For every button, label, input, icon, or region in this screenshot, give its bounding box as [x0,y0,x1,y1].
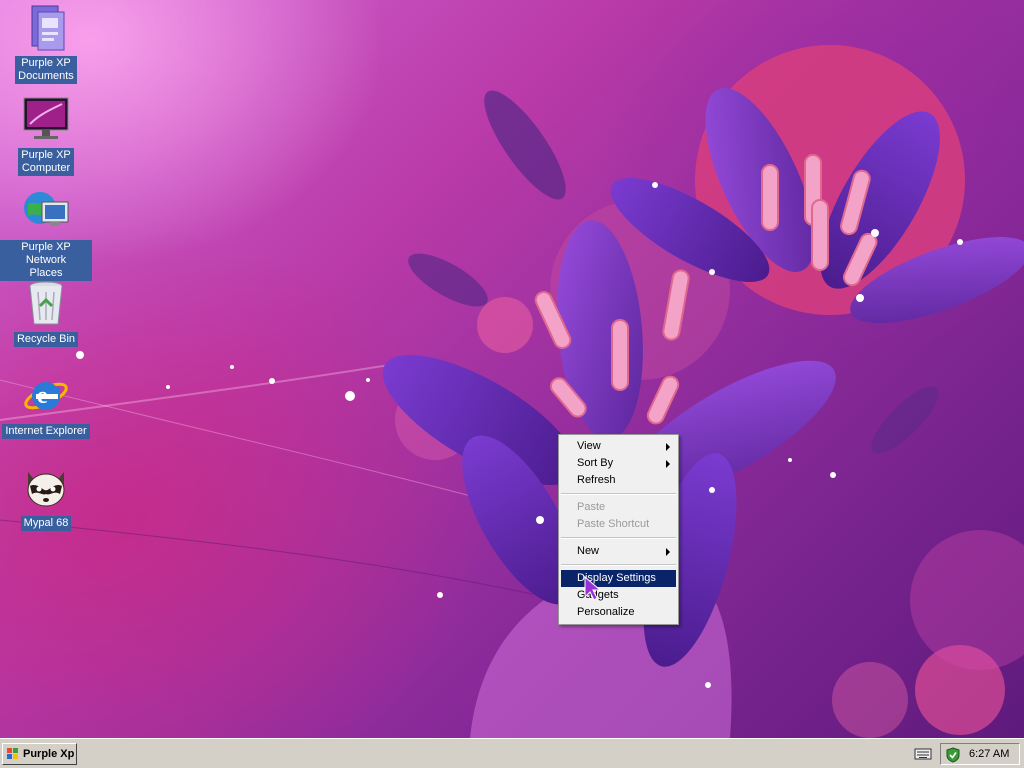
internet-explorer-icon: e [22,372,70,420]
system-tray: 6:27 AM [940,743,1020,765]
menu-item-label: View [577,440,601,452]
icon-label: Places [29,267,63,279]
menu-item-gadgets[interactable]: Gadgets [559,587,678,604]
documents-folder-icon [22,4,70,52]
desktop-icon-network-places[interactable]: Purple XP Network Places [0,188,92,281]
icon-label: Recycle Bin [16,333,76,345]
icon-label: Internet Explorer [5,425,87,437]
desktop-context-menu: View Sort By Refresh Paste Paste Shortcu… [558,434,679,625]
wallpaper-flowers [0,45,1024,738]
menu-separator [561,564,676,566]
menu-separator [561,537,676,539]
menu-item-label: Personalize [577,606,635,618]
menu-item-sort-by[interactable]: Sort By [559,455,678,472]
menu-item-label: Sort By [577,457,614,469]
icon-label: Mypal 68 [23,517,69,529]
mouse-cursor-icon [584,575,602,601]
desktop-icon-documents[interactable]: Purple XP Documents [0,4,92,84]
start-button[interactable]: Purple Xp [2,743,77,765]
menu-item-label: Paste Shortcut [577,518,650,530]
computer-monitor-icon [22,96,70,144]
menu-item-paste: Paste [559,499,678,516]
keyboard-icon[interactable] [914,747,932,761]
submenu-arrow-icon [666,460,670,468]
mypal-raccoon-icon [22,464,70,512]
desktop-icon-mypal[interactable]: Mypal 68 [0,464,92,531]
windows-flag-icon [7,748,18,759]
desktop-icon-recycle-bin[interactable]: Recycle Bin [0,280,92,347]
menu-item-personalize[interactable]: Personalize [559,604,678,621]
taskbar-clock[interactable]: 6:27 AM [969,744,1009,764]
menu-item-label: Refresh [577,474,616,486]
submenu-arrow-icon [666,443,670,451]
menu-item-refresh[interactable]: Refresh [559,472,678,489]
icon-label: Purple XP [21,149,71,161]
icon-label: Purple XP [21,57,71,69]
icon-label: Documents [18,70,74,82]
menu-separator [561,493,676,495]
security-shield-icon[interactable] [945,747,963,763]
menu-item-paste-shortcut: Paste Shortcut [559,516,678,533]
start-button-label: Purple Xp [23,748,75,760]
taskbar: Purple Xp 6:27 AM [0,738,1024,768]
menu-item-label: Paste [577,501,606,513]
menu-item-display-settings[interactable]: Display Settings [561,570,676,587]
network-globe-icon [22,188,70,236]
icon-label: Purple XP Network [21,241,71,266]
submenu-arrow-icon [666,548,670,556]
desktop[interactable]: Purple XP Documents Purple XP Computer Pur [0,0,1024,738]
menu-item-new[interactable]: New [559,543,678,560]
recycle-bin-icon [22,280,70,328]
desktop-icon-computer[interactable]: Purple XP Computer [0,96,92,176]
svg-text:e: e [37,383,48,409]
icon-label: Computer [21,162,71,174]
menu-item-view[interactable]: View [559,438,678,455]
desktop-icon-internet-explorer[interactable]: e Internet Explorer [0,372,92,439]
menu-item-label: New [577,545,600,557]
